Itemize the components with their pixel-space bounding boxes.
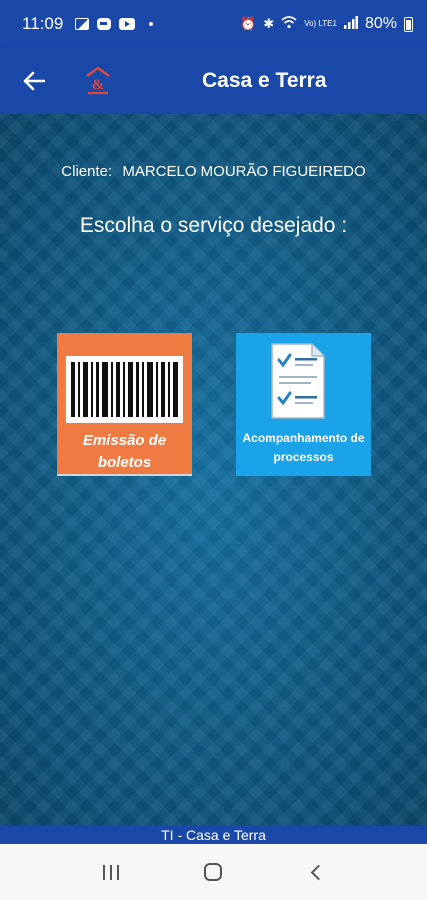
- service-prompt: Escolha o serviço desejado :: [79, 214, 348, 237]
- client-name: MARCELO MOURÃO FIGUEIREDO: [122, 163, 366, 180]
- status-time: 11:09: [22, 14, 64, 33]
- processos-tile-button[interactable]: Acompanhamento de processos: [236, 333, 371, 476]
- svg-text:&: &: [92, 77, 105, 93]
- system-nav-bar: [0, 844, 427, 900]
- app-title: Casa e Terra: [202, 69, 327, 92]
- battery-percent: 80%: [364, 15, 397, 32]
- recent-apps-icon: [103, 864, 120, 880]
- barcode-icon: [66, 356, 183, 423]
- home-button[interactable]: [188, 852, 238, 892]
- alarm-icon: ⏰: [240, 16, 257, 31]
- chevron-left-icon: [311, 864, 327, 880]
- client-label: Cliente:: [61, 163, 113, 180]
- battery-icon: [404, 16, 413, 32]
- client-info: Cliente: MARCELO MOURÃO FIGUEIREDO: [0, 163, 427, 180]
- boletos-tile-button[interactable]: Emissão de boletos: [57, 333, 192, 476]
- arrow-left-icon: [23, 71, 45, 91]
- main-content: Cliente: MARCELO MOURÃO FIGUEIREDO Escol…: [0, 114, 427, 826]
- boletos-label: Emissão de boletos: [82, 432, 167, 471]
- casa-e-terra-logo: &: [84, 66, 112, 96]
- footer-bar: TI - Casa e Terra: [0, 826, 427, 844]
- status-bar: 11:09 ⏰ ✱ Vo) LTE1 80%: [0, 0, 427, 48]
- checklist-document-icon: [271, 343, 325, 419]
- bluetooth-icon: ✱: [263, 16, 275, 31]
- system-back-button[interactable]: [291, 852, 341, 892]
- youtube-icon: [119, 18, 136, 30]
- processos-label: Acompanhamento de processos: [242, 431, 365, 464]
- app-bar: & Casa e Terra: [0, 48, 427, 114]
- gallery-icon: [75, 18, 90, 30]
- back-button[interactable]: [14, 61, 54, 101]
- status-left: 11:09: [22, 14, 154, 34]
- notification-dot-icon: [149, 22, 154, 26]
- home-icon: [204, 863, 223, 881]
- wifi-icon: [281, 16, 297, 32]
- status-right: ⏰ ✱ Vo) LTE1 80%: [240, 15, 413, 33]
- network-type: Vo) LTE1: [304, 19, 337, 28]
- recent-apps-button[interactable]: [86, 852, 136, 892]
- signal-icon: [343, 16, 358, 32]
- app-icon: [97, 18, 112, 30]
